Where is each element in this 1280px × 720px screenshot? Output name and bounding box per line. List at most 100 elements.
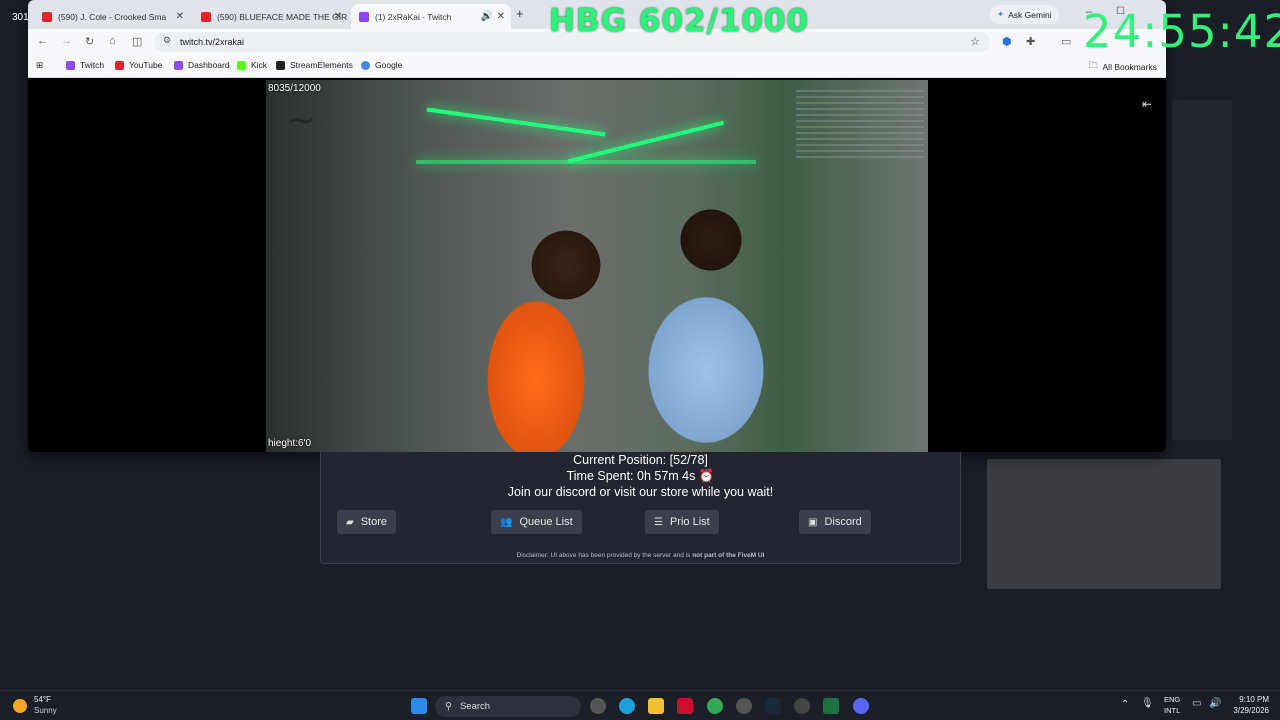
- neon-light: [416, 160, 756, 164]
- reload-icon[interactable]: ↻: [85, 35, 94, 48]
- sun-icon: [13, 699, 27, 713]
- ghost-sidebar: [1172, 100, 1232, 440]
- language-secondary[interactable]: INTL: [1164, 706, 1180, 715]
- queue-list-button[interactable]: 👥 Queue List: [491, 510, 582, 534]
- bookmark-google[interactable]: Google: [361, 60, 402, 70]
- edge-icon[interactable]: [619, 698, 635, 714]
- close-tab-icon[interactable]: ✕: [497, 11, 505, 22]
- disclaimer-bold: not part of the FiveM UI: [692, 552, 765, 559]
- sub-goal-overlay: 8035/12000: [268, 83, 321, 94]
- close-tab-icon[interactable]: ✕: [334, 11, 342, 22]
- height-overlay: hieght:6'0: [268, 438, 312, 449]
- twitch-video-player[interactable]: ~ 8035/12000 hieght:6'0: [266, 80, 928, 452]
- 4k-app-icon[interactable]: [794, 698, 810, 714]
- bookmark-youtube[interactable]: YouTube: [115, 60, 162, 70]
- cast-icon[interactable]: ▭: [1061, 35, 1071, 48]
- home-icon[interactable]: ⌂: [109, 35, 116, 47]
- file-explorer-icon[interactable]: [648, 698, 664, 714]
- url-text: twitch.tv/2xrakai: [180, 37, 245, 47]
- apps-grid-icon[interactable]: ⊞: [36, 60, 43, 71]
- search-icon: ⚲: [445, 701, 452, 712]
- prio-list-button[interactable]: ☰ Prio List: [645, 510, 719, 534]
- tab-blueface[interactable]: (590) BLUEFACE MADE THE GIR ✕: [193, 4, 348, 29]
- time-spent: Time Spent: 0h 57m 4s ⏰: [566, 469, 715, 483]
- extensions-icon[interactable]: ✚: [1026, 35, 1035, 48]
- tab-title: (1) 2xRaKai - Twitch: [375, 11, 452, 22]
- bookmark-label: YouTube: [129, 60, 163, 70]
- list-icon: ☰: [654, 516, 663, 528]
- new-tab-button[interactable]: +: [516, 6, 524, 21]
- youtube-icon: [201, 11, 211, 22]
- streamelements-icon: [276, 60, 285, 70]
- bookmarks-bar: ⊞ Twitch YouTube Dashboard Kick StreamEl…: [28, 54, 1166, 78]
- chrome-icon[interactable]: [707, 698, 723, 714]
- collapse-chat-icon[interactable]: ⇤: [1142, 97, 1152, 111]
- ask-gemini-button[interactable]: ✦ Ask Gemini: [990, 5, 1059, 24]
- weather-desc[interactable]: Sunny: [34, 706, 57, 715]
- language-primary[interactable]: ENG: [1164, 695, 1180, 704]
- network-icon[interactable]: ▭: [1192, 698, 1201, 709]
- discord-icon: ▣: [808, 516, 818, 528]
- ghost-banner-image: [987, 459, 1221, 589]
- store-button[interactable]: ▰ Store: [337, 510, 396, 534]
- corner-counter: 301: [12, 12, 29, 23]
- excel-icon[interactable]: [823, 698, 839, 714]
- weather-temp[interactable]: 54°F: [34, 695, 51, 704]
- extension-shield-icon[interactable]: ⬢: [1002, 35, 1012, 48]
- disclaimer-text: Disclaimer: UI above has been provided b…: [516, 552, 691, 559]
- neon-light: [426, 107, 606, 137]
- tab-twitch-active[interactable]: (1) 2xRaKai - Twitch 🔊 ✕: [351, 4, 511, 29]
- current-position: Current Position: [52/78]: [573, 453, 708, 467]
- speaker-icon[interactable]: 🔊: [481, 11, 493, 22]
- steam-icon[interactable]: [765, 698, 781, 714]
- chevron-up-icon[interactable]: ⌃: [1121, 699, 1129, 710]
- windows-start-icon[interactable]: [411, 698, 427, 714]
- ask-gemini-label: Ask Gemini: [1008, 9, 1052, 20]
- bookmark-twitch[interactable]: Twitch: [66, 60, 104, 70]
- site-info-icon[interactable]: ⚙: [163, 35, 171, 46]
- app-icon[interactable]: [677, 698, 693, 714]
- discord-button[interactable]: ▣ Discord: [799, 510, 871, 534]
- volume-icon[interactable]: 🔊: [1209, 698, 1221, 709]
- users-icon: 👥: [500, 516, 513, 528]
- graffiti-wall: ~: [286, 100, 317, 141]
- copilot-icon[interactable]: [590, 698, 606, 714]
- forward-icon[interactable]: →: [61, 35, 72, 47]
- google-icon: [361, 60, 370, 70]
- bookmark-kick[interactable]: Kick: [237, 60, 267, 70]
- queue-panel: Current Position: [52/78] Time Spent: 0h…: [320, 452, 961, 564]
- neon-light: [567, 120, 725, 164]
- tab-title: (590) BLUEFACE MADE THE GIR: [217, 11, 348, 22]
- tab-jcole[interactable]: (590) J. Cole - Crooked Sma ✕: [34, 4, 190, 29]
- kick-icon: [237, 60, 246, 70]
- app-icon[interactable]: [736, 698, 752, 714]
- discord-label: Discord: [824, 516, 862, 528]
- bookmark-label: Google: [375, 60, 403, 70]
- store-label: Store: [360, 516, 387, 528]
- tab-title: (590) J. Cole - Crooked Sma: [58, 11, 167, 22]
- twitch-icon: [174, 60, 183, 70]
- hbg-counter-overlay: HBG 602/1000: [549, 3, 810, 39]
- taskbar-search[interactable]: ⚲ Search: [435, 696, 581, 717]
- bookmark-star-icon[interactable]: ☆: [970, 35, 980, 48]
- stream-timer-overlay: 24:55:42: [1083, 5, 1280, 58]
- back-icon[interactable]: ←: [37, 35, 48, 47]
- queue-list-label: Queue List: [519, 516, 573, 528]
- discord-taskbar-icon[interactable]: [853, 698, 869, 714]
- join-message: Join our discord or visit our store whil…: [507, 485, 774, 499]
- gemini-icon: ✦: [997, 9, 1005, 19]
- microphone-icon[interactable]: 🎙: [1141, 698, 1154, 709]
- folder-icon: 🗀: [1089, 60, 1098, 70]
- clock-date[interactable]: 3/29/2026: [1225, 706, 1269, 715]
- bookmark-streamelements[interactable]: StreamElements: [276, 60, 353, 70]
- close-tab-icon[interactable]: ✕: [176, 11, 184, 22]
- bookmark-label: StreamElements: [290, 60, 353, 70]
- split-view-icon[interactable]: ◫: [132, 35, 142, 48]
- twitch-icon: [66, 60, 75, 70]
- chat-overlay: [796, 90, 924, 160]
- disclaimer: Disclaimer: UI above has been provided b…: [321, 552, 960, 559]
- all-bookmarks-button[interactable]: 🗀 All Bookmarks: [1089, 60, 1157, 74]
- bookmark-label: Dashboard: [188, 60, 230, 70]
- bookmark-dashboard[interactable]: Dashboard: [174, 60, 230, 70]
- clock-time[interactable]: 9:10 PM: [1235, 695, 1269, 704]
